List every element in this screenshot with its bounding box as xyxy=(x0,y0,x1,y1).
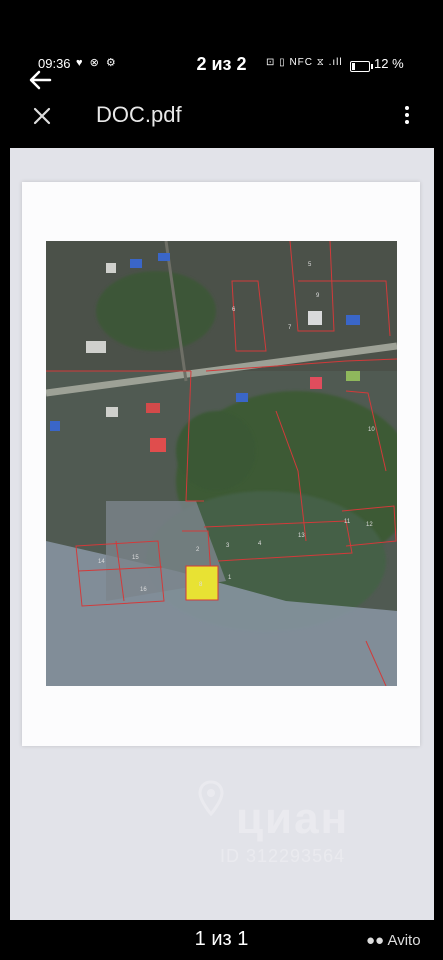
avito-logo: ●● Avito xyxy=(366,932,421,949)
document-viewer[interactable]: 8 5 6 7 9 10 11 12 13 4 3 2 1 14 15 16 ц… xyxy=(10,148,434,920)
avito-dots-icon: ●● xyxy=(366,932,385,949)
plot-number-13: 13 xyxy=(298,533,305,539)
plot-number-14: 14 xyxy=(98,559,105,565)
more-options-icon[interactable] xyxy=(398,104,416,128)
plot-number-12: 12 xyxy=(366,522,373,528)
plot-number-16: 16 xyxy=(140,587,147,593)
cadastral-map-image: 8 5 6 7 9 10 11 12 13 4 3 2 1 14 15 16 xyxy=(46,241,397,686)
cian-watermark: циан ID 312293564 xyxy=(180,780,420,870)
battery-level: 12 % xyxy=(374,56,404,71)
back-arrow-icon[interactable] xyxy=(24,64,56,96)
viewer-toolbar: DOC.pdf xyxy=(0,96,443,136)
pdf-page: 8 5 6 7 9 10 11 12 13 4 3 2 1 14 15 16 xyxy=(22,182,420,746)
battery-icon xyxy=(350,61,373,72)
document-title: DOC.pdf xyxy=(96,102,182,127)
plot-number-10: 10 xyxy=(368,427,375,433)
status-bar: 09:36 ♥ ⊗ ⚙ 2 из 2 ⊡ ▯ NFC ⧖ .ıll 12 % xyxy=(0,52,443,80)
bottom-bar: 1 из 1 ●● Avito xyxy=(0,920,443,960)
plot-number-11: 11 xyxy=(344,519,351,525)
avito-label: Avito xyxy=(387,932,421,949)
system-status-icons: ⊡ ▯ NFC ⧖ .ıll xyxy=(266,57,343,68)
watermark-id: ID 312293564 xyxy=(220,846,346,866)
plot-number-15: 15 xyxy=(132,555,139,561)
location-pin-icon xyxy=(198,780,224,816)
watermark-brand: циан xyxy=(236,794,350,843)
close-icon[interactable] xyxy=(30,104,54,128)
